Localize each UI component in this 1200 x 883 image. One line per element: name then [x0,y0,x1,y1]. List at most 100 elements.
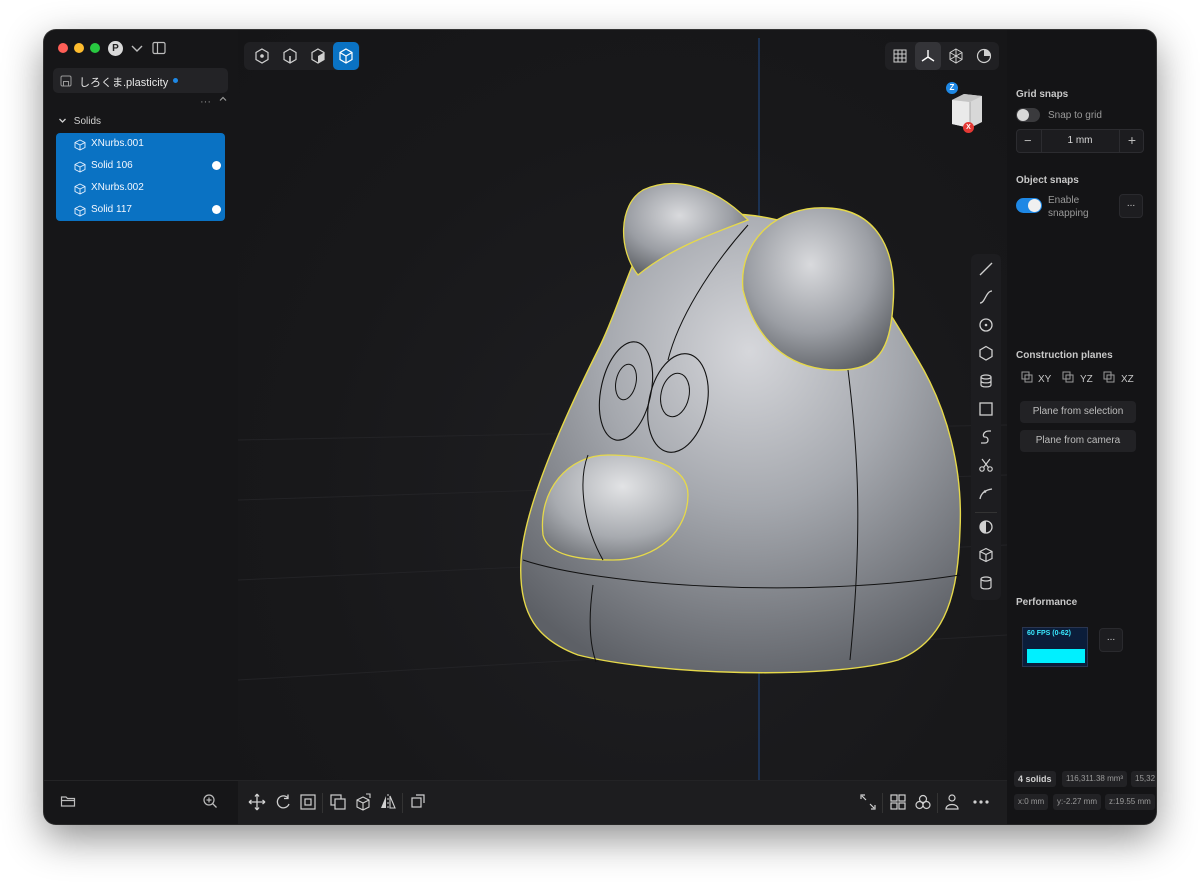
outliner-more-button[interactable]: ··· [200,96,211,108]
extra-readout: 15,32 [1131,771,1156,787]
fit-icon[interactable] [858,792,878,817]
plane-xz-icon[interactable] [1103,370,1115,388]
close-window-button[interactable] [58,43,68,53]
selection-mode-toolbar [244,42,360,70]
outliner-item[interactable]: XNurbs.001 [56,133,225,155]
person-icon[interactable] [942,792,962,817]
plane-yz-label[interactable]: YZ [1080,374,1093,385]
scissors-icon[interactable] [977,456,995,479]
outliner-item[interactable]: Solid 117 [56,199,225,221]
rotate-icon[interactable] [273,792,293,817]
solids-count: 4 solids [1014,771,1056,787]
sidebar-footer [44,780,238,824]
object-snaps-title: Object snaps [1016,175,1079,186]
view-cube[interactable]: Z X [944,82,994,134]
axes-icon[interactable] [915,42,941,70]
group-label: Solids [73,116,102,127]
extrude-icon[interactable] [353,792,373,817]
face-select-icon[interactable] [305,42,331,70]
rectangle-icon[interactable] [977,400,995,423]
fps-meter: 60 FPS (0-62) [1022,627,1088,667]
trim-icon[interactable] [977,484,995,507]
boolean-icon[interactable] [977,518,995,541]
sidebar: P しろくま.plasticity ··· Solids XNurbs.001 [44,30,239,824]
solid-icon [74,182,86,195]
vertex-select-icon[interactable] [249,42,275,70]
plane-yz-icon[interactable] [1062,370,1074,388]
render-icon[interactable] [971,42,997,70]
enable-snapping-label-2: snapping [1048,208,1089,219]
zoom-window-button[interactable] [90,43,100,53]
edge-select-icon[interactable] [277,42,303,70]
curve-icon[interactable] [977,288,995,311]
circle-icon[interactable] [977,316,995,339]
polar-bear-model[interactable] [520,182,962,674]
box-icon[interactable] [977,546,995,569]
x-axis-label[interactable]: X [963,122,974,133]
outliner-group-solids[interactable]: Solids [58,116,101,127]
fps-label: 60 FPS (0-62) [1027,630,1071,637]
performance-more-button[interactable]: ... [1099,628,1123,652]
snap-to-grid-label: Snap to grid [1048,110,1102,121]
solid-icon [74,138,86,151]
wireframe-icon[interactable] [943,42,969,70]
copy-icon[interactable] [408,792,428,817]
move-icon[interactable] [247,792,267,817]
cylinder-icon[interactable] [977,574,995,597]
grid-icon[interactable] [887,42,913,70]
duplicate-icon[interactable] [328,792,348,817]
grid-step-value[interactable]: 1 mm [1061,135,1099,146]
object-snaps-more-button[interactable]: ... [1119,194,1143,218]
plane-from-camera-button[interactable]: Plane from camera [1020,430,1136,452]
document-tab[interactable]: しろくま.plasticity [53,68,228,93]
outliner-item[interactable]: XNurbs.002 [56,177,225,199]
spiral-icon[interactable] [977,428,995,451]
zoom-in-icon[interactable] [202,793,218,809]
3d-viewport[interactable]: Z X [238,30,1007,824]
visibility-toggle[interactable] [212,205,221,214]
collapse-outliner-icon[interactable] [218,94,228,107]
document-name: しろくま.plasticity [79,77,169,89]
outliner-item[interactable]: Solid 106 [56,155,225,177]
open-folder-icon[interactable] [60,793,76,809]
plane-xy-icon[interactable] [1021,370,1033,388]
z-coordinate: z:19.55 mm [1105,794,1155,810]
y-coordinate: y:-2.27 mm [1053,794,1102,810]
grid-snaps-title: Grid snaps [1016,89,1069,100]
solid-select-icon[interactable] [333,42,359,70]
volume-readout: 116,311.38 mm³ [1062,771,1128,787]
properties-panel: Grid snaps Snap to grid − 1 mm + Object … [1007,30,1156,824]
app-window: P しろくま.plasticity ··· Solids XNurbs.001 [44,30,1156,824]
polygon-icon[interactable] [977,344,995,367]
layers-icon[interactable] [913,792,933,817]
solid-icon [74,204,86,217]
increment-button[interactable]: + [1128,132,1136,148]
visibility-toggle[interactable] [212,161,221,170]
solid-icon [74,160,86,173]
plane-xy-label[interactable]: XY [1038,374,1051,385]
mirror-icon[interactable] [378,792,398,817]
construction-planes-title: Construction planes [1016,350,1113,361]
outliner-item-label: XNurbs.001 [91,138,144,149]
minimize-window-button[interactable] [74,43,84,53]
plane-xz-label[interactable]: XZ [1121,374,1134,385]
x-coordinate: x:0 mm [1014,794,1049,810]
plane-from-selection-button[interactable]: Plane from selection [1020,401,1136,423]
outliner-item-label: Solid 117 [91,204,132,215]
line-icon[interactable] [977,260,995,283]
account-avatar[interactable]: P [108,41,123,56]
decrement-button[interactable]: − [1024,133,1032,148]
grid-view-icon[interactable] [888,792,908,817]
cylinder-stack-icon[interactable] [977,372,995,395]
bottom-toolbar [238,780,1007,824]
enable-snapping-toggle[interactable] [1016,198,1042,213]
performance-title: Performance [1016,597,1078,608]
chevron-down-icon[interactable] [128,39,146,57]
fps-bar [1027,649,1085,663]
scale-icon[interactable] [298,792,318,817]
chevron-down-icon [59,118,66,123]
snap-to-grid-toggle[interactable] [1016,108,1040,122]
more-icon[interactable] [971,792,991,817]
toggle-sidebar-icon[interactable] [150,39,168,57]
enable-snapping-label: Enable [1048,195,1080,206]
